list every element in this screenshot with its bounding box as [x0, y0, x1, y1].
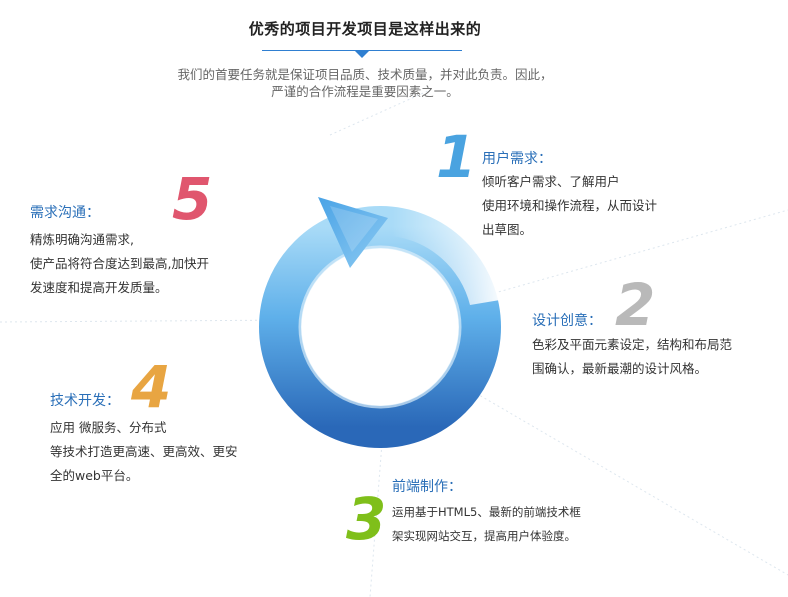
step-1-description: 倾听客户需求、了解用户 使用环境和操作流程，从而设计 出草图。: [482, 170, 657, 242]
step-5-line: 精炼明确沟通需求,: [30, 232, 134, 247]
step-2-title: 设计创意：: [532, 313, 602, 329]
step-3-line: 运用基于HTML5、最新的前端技术框: [392, 505, 581, 519]
step-4-line: 全的web平台。: [50, 468, 139, 483]
step-4-title: 技术开发：: [50, 393, 120, 409]
step-1-line: 倾听客户需求、了解用户: [482, 174, 620, 189]
step-2-number: 2: [615, 271, 656, 339]
step-5-title: 需求沟通：: [30, 205, 100, 221]
step-2-description: 色彩及平面元素设定，结构和布局范 围确认，最新最潮的设计风格。: [532, 333, 732, 381]
step-4-line: 等技术打造更高速、更高效、更安: [50, 444, 238, 459]
step-5-line: 发速度和提高开发质量。: [30, 280, 168, 295]
step-5-line: 使产品将符合度达到最高,加快开: [30, 256, 209, 271]
step-2-line: 围确认，最新最潮的设计风格。: [532, 361, 708, 376]
ring-inner-bevel: [298, 245, 462, 409]
step-5-number: 5: [172, 165, 213, 233]
step-1-line: 出草图。: [482, 222, 533, 237]
step-1-line: 使用环境和操作流程，从而设计: [482, 198, 658, 213]
step-2-line: 色彩及平面元素设定，结构和布局范: [532, 337, 733, 352]
step-1-title: 用户需求：: [482, 151, 552, 167]
step-3-number: 3: [346, 485, 387, 553]
step-1-number: 1: [436, 123, 477, 191]
step-3-description: 运用基于HTML5、最新的前端技术框 架实现网站交互，提高用户体验度。: [392, 500, 581, 548]
step-5-description: 精炼明确沟通需求, 使产品将符合度达到最高,加快开 发速度和提高开发质量。: [30, 228, 209, 300]
step-3-title: 前端制作：: [392, 479, 462, 495]
step-4-description: 应用 微服务、分布式 等技术打造更高速、更高效、更安 全的web平台。: [50, 416, 238, 488]
step-4-line: 应用 微服务、分布式: [50, 420, 167, 435]
step-3-line: 架实现网站交互，提高用户体验度。: [392, 529, 576, 543]
step-4-number: 4: [131, 353, 172, 421]
